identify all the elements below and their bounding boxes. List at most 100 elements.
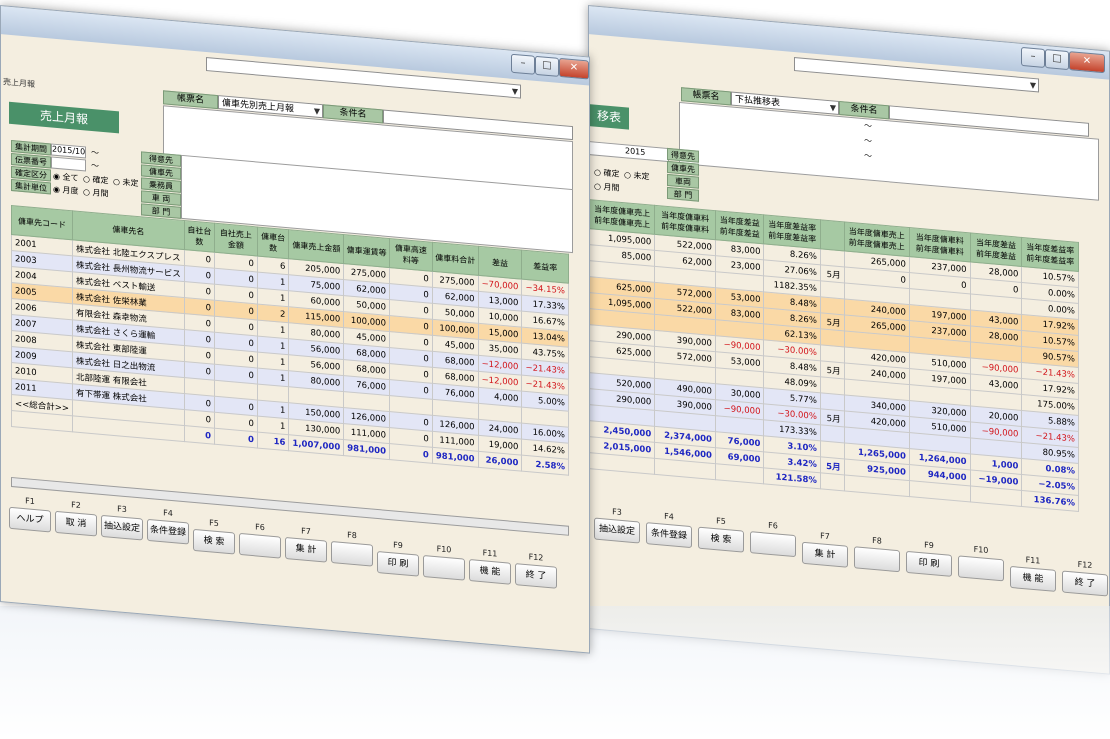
table-cell xyxy=(970,485,1022,507)
col-header[interactable]: 傭車運賃等 xyxy=(343,234,390,268)
radio-fixed-label: 確定 xyxy=(603,168,620,179)
function-key-button[interactable]: ヘルプ xyxy=(9,506,51,533)
radio-fixed[interactable]: ○ 確定 xyxy=(594,167,620,180)
page-title: 移表 xyxy=(589,104,629,130)
slip-field[interactable] xyxy=(51,156,86,172)
function-key-f7[interactable]: F7 集 計 xyxy=(285,523,327,563)
radio-monthly[interactable]: ○ 月間 xyxy=(594,181,620,194)
function-key-f10[interactable]: F10 xyxy=(958,541,1004,582)
month-cell xyxy=(820,472,845,491)
function-key-f12[interactable]: F12 終 了 xyxy=(515,549,557,589)
col-header[interactable]: 傭車台数 xyxy=(257,227,289,259)
window-monthly-sales: – □ ✕ ▼ 売上月報 帳票名 傭車先別売上月報 ▼ 条件名 売上月報 集計期間… xyxy=(0,5,590,654)
radio-unfixed[interactable]: ○ 未定 xyxy=(113,176,139,189)
table-cell: 0 xyxy=(214,428,258,449)
range-tilde: ～ xyxy=(864,151,872,161)
function-key-button[interactable]: 条件登録 xyxy=(646,522,692,549)
radio-all-label: 全て xyxy=(62,172,79,183)
col-header-month xyxy=(820,219,845,251)
radio-unfixed[interactable]: ○ 未定 xyxy=(624,169,650,182)
col-header: 当年度差益 前年度差益 xyxy=(715,210,764,244)
maximize-icon[interactable]: □ xyxy=(1045,48,1069,71)
table-cell: 26,000 xyxy=(478,451,522,472)
function-key-f3[interactable]: F3 抽込設定 xyxy=(101,501,143,541)
table-cell xyxy=(715,463,764,484)
function-key-f10[interactable]: F10 xyxy=(423,541,465,581)
function-key-f2[interactable]: F2 取 消 xyxy=(55,497,97,537)
function-key-f9[interactable]: F9 印 刷 xyxy=(906,537,952,577)
function-key-button[interactable]: 印 刷 xyxy=(906,550,952,577)
year-field[interactable]: 2015 xyxy=(589,141,669,163)
function-key-f11[interactable]: F11 機 能 xyxy=(1010,552,1056,592)
unit-label: 集計単位 xyxy=(11,178,51,195)
function-key-f6[interactable]: F6 xyxy=(239,519,281,559)
col-header[interactable]: 自社台数 xyxy=(184,220,215,253)
function-key-button[interactable] xyxy=(423,555,465,581)
function-key-button[interactable]: 取 消 xyxy=(55,510,97,537)
radio-unfixed-label: 未定 xyxy=(122,177,139,189)
chevron-down-icon: ▼ xyxy=(1029,80,1036,91)
year-value: 2015 xyxy=(625,146,646,158)
close-icon[interactable]: ✕ xyxy=(1069,51,1105,74)
function-key-button[interactable] xyxy=(331,540,373,567)
maximize-icon[interactable]: □ xyxy=(535,55,559,77)
col-header[interactable]: 差益 xyxy=(478,246,522,280)
radio-month-label: 月度 xyxy=(62,185,79,196)
function-key-button[interactable] xyxy=(854,546,900,573)
function-key-f7[interactable]: F7 集 計 xyxy=(802,528,848,568)
inner-window-title: 売上月報 xyxy=(3,77,35,90)
radio-month[interactable]: ◉ 月度 xyxy=(53,184,79,197)
function-key-button[interactable]: 機 能 xyxy=(1010,565,1056,592)
range-tilde: ～ xyxy=(91,160,99,171)
function-key-f4[interactable]: F4 条件登録 xyxy=(646,508,692,549)
function-key-button[interactable]: 検 索 xyxy=(698,526,744,553)
function-key-f1[interactable]: F1 ヘルプ xyxy=(9,493,51,533)
function-key-button[interactable]: 抽込設定 xyxy=(101,514,143,541)
function-key-button[interactable]: 集 計 xyxy=(285,536,327,563)
col-header[interactable]: 傭車料合計 xyxy=(432,242,479,276)
col-header[interactable]: 自社売上金額 xyxy=(214,223,258,257)
function-key-f3[interactable]: F3 抽込設定 xyxy=(594,504,640,544)
table-cell: 0 xyxy=(389,443,433,464)
function-key-button[interactable]: 条件登録 xyxy=(147,518,189,545)
right-label-department: 部 門 xyxy=(667,186,699,202)
radio-all[interactable]: ◉ 全て xyxy=(53,171,79,184)
function-key-button[interactable]: 機 能 xyxy=(469,559,511,585)
range-tilde: ～ xyxy=(864,136,872,146)
function-key-button[interactable] xyxy=(239,532,281,559)
function-key-button[interactable]: 抽込設定 xyxy=(594,517,640,544)
table-cell: 1,007,000 xyxy=(288,434,344,456)
function-key-button[interactable]: 終 了 xyxy=(515,563,557,589)
minimize-icon[interactable]: – xyxy=(511,53,535,75)
chevron-down-icon: ▼ xyxy=(511,86,518,97)
close-icon[interactable]: ✕ xyxy=(559,57,589,80)
radio-monthly[interactable]: ○ 月間 xyxy=(83,186,109,199)
function-key-f8[interactable]: F8 xyxy=(331,527,373,567)
page-title: 売上月報 xyxy=(9,101,119,134)
chevron-down-icon: ▼ xyxy=(313,106,320,116)
col-header[interactable]: 傭車高速料等 xyxy=(389,238,433,272)
col-header: 当年度差益 前年度差益 xyxy=(970,232,1022,267)
function-key-f4[interactable]: F4 条件登録 xyxy=(147,505,189,545)
minimize-icon[interactable]: – xyxy=(1021,46,1045,68)
radio-fixed[interactable]: ○ 確定 xyxy=(83,173,109,186)
radio-monthly-label: 月間 xyxy=(92,188,109,199)
function-key-button[interactable]: 集 計 xyxy=(802,541,848,568)
range-tilde: ～ xyxy=(864,121,872,131)
col-header[interactable]: 差益率 xyxy=(521,250,569,284)
function-key-f12[interactable]: F12 終 了 xyxy=(1062,556,1108,597)
function-key-f5[interactable]: F5 検 索 xyxy=(193,515,235,555)
trend-grid: 当年度傭車売上 前年度傭車売上 当年度傭車料 前年度傭車料 当年度差益 前年度差益 当… xyxy=(589,199,1079,512)
function-key-f6[interactable]: F6 xyxy=(750,517,796,558)
radio-unfixed-label: 未定 xyxy=(633,170,650,182)
function-key-f5[interactable]: F5 検 索 xyxy=(698,513,744,553)
function-key-f8[interactable]: F8 xyxy=(854,532,900,573)
function-key-button[interactable]: 印 刷 xyxy=(377,550,419,577)
function-key-button[interactable]: 終 了 xyxy=(1062,570,1108,597)
function-key-f11[interactable]: F11 機 能 xyxy=(469,545,511,585)
function-key-button[interactable] xyxy=(958,555,1004,582)
function-key-f9[interactable]: F9 印 刷 xyxy=(377,537,419,577)
table-cell: 0 xyxy=(184,425,215,445)
function-key-button[interactable]: 検 索 xyxy=(193,528,235,555)
function-key-button[interactable] xyxy=(750,531,796,558)
